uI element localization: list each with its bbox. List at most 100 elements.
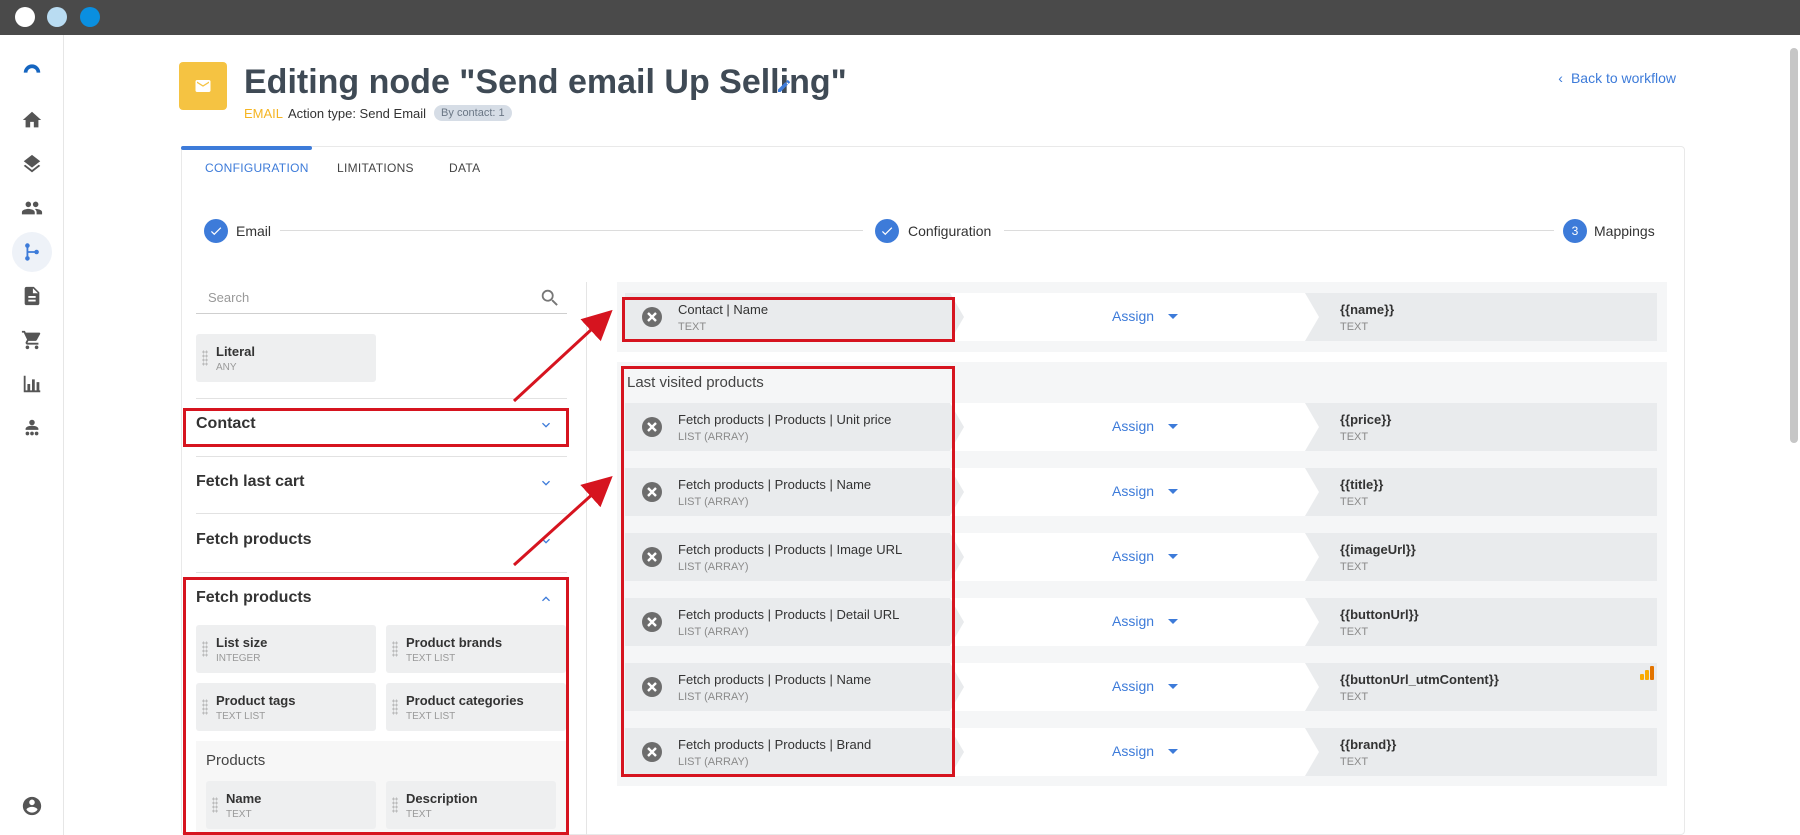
support-icon[interactable]	[12, 408, 52, 448]
back-to-workflow-link[interactable]: ‹ Back to workflow	[1558, 70, 1676, 86]
chevron-down-icon[interactable]	[538, 475, 554, 491]
mapping-target[interactable]	[1305, 293, 1657, 341]
caret-down-icon	[1168, 488, 1179, 494]
assign-dropdown[interactable]: Assign	[1112, 483, 1179, 499]
search-input[interactable]	[208, 290, 508, 305]
step-email-label: Email	[236, 223, 272, 239]
drag-handle-icon[interactable]	[202, 350, 208, 366]
section-divider	[196, 572, 567, 573]
assign-label: Assign	[1112, 678, 1155, 694]
assign-label: Assign	[1112, 743, 1155, 759]
page-title: Editing node "Send email Up Selling"	[244, 63, 847, 101]
chevron-down-icon[interactable]	[538, 533, 554, 549]
window-maximize-dot[interactable]	[80, 7, 100, 27]
target-name: {{imageUrl}}	[1340, 542, 1416, 557]
sidebar	[0, 35, 64, 835]
assign-dropdown[interactable]: Assign	[1112, 308, 1179, 324]
search-box	[196, 282, 567, 314]
node-subline: EMAIL Action type: Send Email By contact…	[244, 105, 512, 121]
document-icon[interactable]	[12, 276, 52, 316]
back-link-label: Back to workflow	[1570, 70, 1676, 86]
layers-icon[interactable]	[12, 144, 52, 184]
tab-configuration[interactable]: CONFIGURATION	[205, 161, 309, 175]
search-icon[interactable]	[539, 287, 561, 309]
target-type: TEXT	[1340, 496, 1369, 508]
mapping-target[interactable]	[1305, 403, 1657, 451]
caret-down-icon	[1168, 313, 1179, 319]
edit-pencil-icon[interactable]	[776, 78, 792, 94]
arrow-shape	[1305, 533, 1319, 581]
assign-dropdown[interactable]: Assign	[1112, 743, 1179, 759]
target-type: TEXT	[1340, 321, 1369, 333]
step-configuration-check-icon[interactable]	[875, 219, 899, 243]
mapping-target[interactable]	[1305, 663, 1657, 711]
tab-data[interactable]: DATA	[449, 161, 480, 175]
step-mappings-label: Mappings	[1594, 223, 1655, 239]
arrow-shape	[1305, 293, 1319, 341]
step-email-check-icon[interactable]	[204, 219, 228, 243]
account-icon[interactable]	[12, 786, 52, 826]
target-name: {{name}}	[1340, 302, 1395, 317]
caret-down-icon	[1168, 423, 1179, 429]
page-scrollbar[interactable]	[1790, 48, 1798, 443]
target-name: {{buttonUrl_utmContent}}	[1340, 672, 1499, 687]
panel-separator	[586, 282, 587, 835]
chevron-left-icon: ‹	[1558, 70, 1563, 86]
mapping-target[interactable]	[1305, 533, 1657, 581]
target-name: {{price}}	[1340, 412, 1392, 427]
target-name: {{brand}}	[1340, 737, 1397, 752]
caret-down-icon	[1168, 553, 1179, 559]
step-configuration-label: Configuration	[908, 223, 992, 239]
logo-icon[interactable]	[12, 49, 52, 89]
section-divider	[196, 398, 567, 399]
window-close-dot[interactable]	[15, 7, 35, 27]
mapping-target[interactable]	[1305, 468, 1657, 516]
email-node-icon	[179, 62, 227, 110]
section-fetch-products[interactable]: Fetch products	[196, 531, 312, 549]
analytics-icon	[1640, 666, 1654, 680]
arrow-shape	[1305, 598, 1319, 646]
caret-down-icon	[1168, 748, 1179, 754]
active-tab-indicator	[181, 146, 312, 150]
home-icon[interactable]	[12, 100, 52, 140]
section-divider	[196, 456, 567, 457]
section-divider	[196, 513, 567, 514]
contact-badge: By contact: 1	[434, 105, 512, 121]
tab-limitations[interactable]: LIMITATIONS	[337, 161, 414, 175]
assign-label: Assign	[1112, 483, 1155, 499]
target-type: TEXT	[1340, 756, 1369, 768]
highlight-products-mappings	[621, 366, 955, 777]
workflow-icon[interactable]	[12, 232, 52, 272]
field-chip-literal[interactable]: Literal ANY	[196, 334, 376, 382]
caret-down-icon	[1168, 618, 1179, 624]
target-type: TEXT	[1340, 561, 1369, 573]
people-icon[interactable]	[12, 188, 52, 228]
target-type: TEXT	[1340, 691, 1369, 703]
highlight-contact-mapping	[622, 297, 955, 342]
assign-dropdown[interactable]: Assign	[1112, 678, 1179, 694]
assign-dropdown[interactable]: Assign	[1112, 613, 1179, 629]
field-name: Literal	[216, 344, 256, 359]
window-titlebar	[0, 0, 1800, 35]
target-type: TEXT	[1340, 431, 1369, 443]
arrow-shape	[1305, 663, 1319, 711]
highlight-fetch-products-section	[183, 577, 569, 835]
field-type: ANY	[216, 362, 237, 373]
section-fetch-last-cart[interactable]: Fetch last cart	[196, 473, 304, 491]
target-name: {{buttonUrl}}	[1340, 607, 1419, 622]
arrow-shape	[1305, 403, 1319, 451]
assign-label: Assign	[1112, 548, 1155, 564]
chart-icon[interactable]	[12, 364, 52, 404]
mapping-target[interactable]	[1305, 728, 1657, 776]
stepper-connector-1	[280, 230, 863, 231]
mapping-target[interactable]	[1305, 598, 1657, 646]
assign-dropdown[interactable]: Assign	[1112, 548, 1179, 564]
cart-icon[interactable]	[12, 320, 52, 360]
node-type-label: EMAIL	[244, 105, 284, 121]
assign-dropdown[interactable]: Assign	[1112, 418, 1179, 434]
window-minimize-dot[interactable]	[47, 7, 67, 27]
assign-label: Assign	[1112, 613, 1155, 629]
target-name: {{title}}	[1340, 477, 1384, 492]
step-mappings-number[interactable]: 3	[1563, 219, 1587, 243]
action-type-label: Action type: Send Email	[288, 105, 427, 121]
